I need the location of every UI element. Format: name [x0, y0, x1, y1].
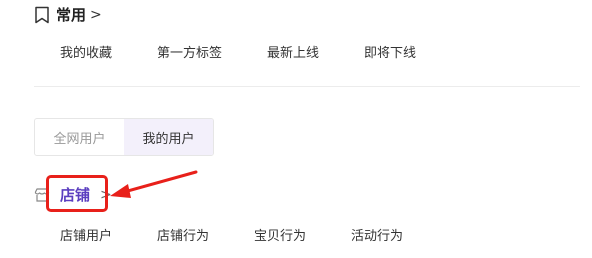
store-links: 店铺用户 店铺行为 宝贝行为 活动行为	[60, 225, 403, 244]
link-store-users[interactable]: 店铺用户	[60, 225, 112, 244]
link-store-behavior[interactable]: 店铺行为	[157, 225, 209, 244]
link-activity-behavior[interactable]: 活动行为	[351, 225, 403, 244]
annotation-arrow	[110, 170, 198, 198]
link-item-behavior[interactable]: 宝贝行为	[254, 225, 306, 244]
